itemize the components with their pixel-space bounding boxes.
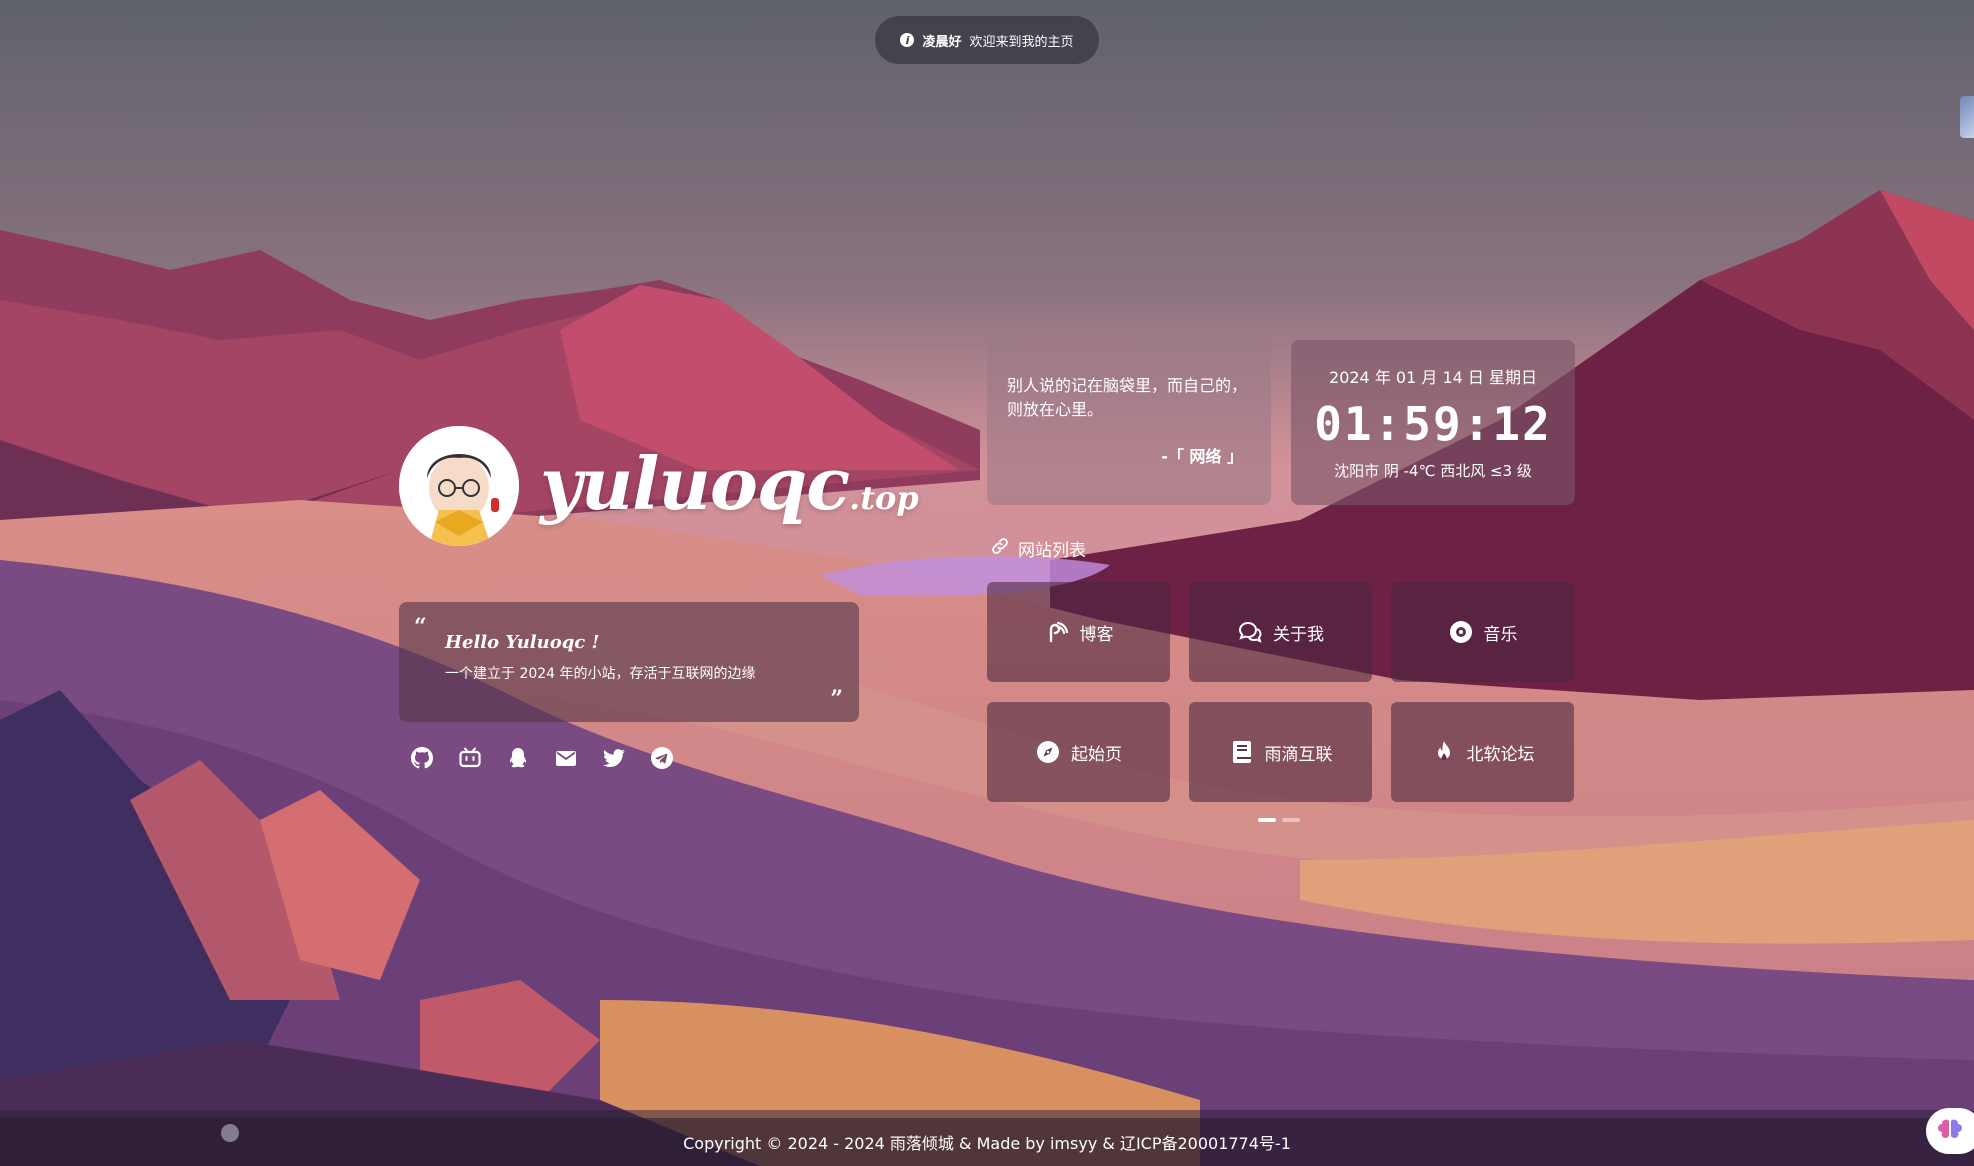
site-link-grid: 博客 关于我 音乐 起始页 雨滴互联 北软论坛 (987, 582, 1575, 802)
info-icon: i (900, 33, 915, 47)
link-tile-yudi[interactable]: 雨滴互联 (1189, 702, 1372, 802)
link-tile-label: 起始页 (1071, 744, 1122, 765)
email-icon[interactable] (552, 744, 580, 772)
hello-card: “ Hello Yuluoqc ! 一个建立于 2024 年的小站，存活于互联网… (399, 602, 859, 722)
compass-icon (1035, 739, 1061, 765)
link-tile-forum[interactable]: 北软论坛 (1391, 702, 1574, 802)
bilibili-icon[interactable] (456, 744, 484, 772)
copyright-text: Copyright © 2024 - 2024 雨落倾城 & Made by i… (683, 1134, 1291, 1153)
avatar (399, 426, 519, 546)
link-icon (990, 536, 1010, 561)
assistant-button[interactable] (1926, 1108, 1974, 1154)
hello-title: Hello Yuluoqc ! (445, 632, 600, 653)
toast-message: 欢迎来到我的主页 (969, 34, 1074, 50)
social-links (408, 744, 676, 772)
hello-text: 一个建立于 2024 年的小站，存活于互联网的边缘 (445, 666, 756, 682)
link-tile-label: 音乐 (1483, 624, 1518, 645)
github-icon[interactable] (408, 744, 436, 772)
site-name: yuluoqc (540, 441, 850, 526)
weather-text: 沈阳市 阴 -4℃ 西北风 ≤3 级 (1334, 462, 1532, 480)
date-text: 2024 年 01 月 14 日 星期日 (1329, 368, 1537, 387)
link-tile-label: 关于我 (1273, 624, 1324, 645)
quote-text: 别人说的记在脑袋里，而自己的，则放在心里。 (1007, 376, 1248, 419)
site-tld: .top (849, 479, 919, 517)
pager-dot-1[interactable] (1258, 818, 1276, 822)
brain-icon (1938, 1117, 1962, 1145)
link-tile-label: 北软论坛 (1466, 744, 1535, 765)
footer: Copyright © 2024 - 2024 雨落倾城 & Made by i… (0, 1118, 1974, 1166)
quote-source: -「 网络 」 (1161, 447, 1243, 466)
site-list-title: 网站列表 (1018, 541, 1086, 561)
music-player-dot[interactable] (221, 1124, 239, 1142)
blog-icon (1044, 619, 1070, 645)
link-tile-startpage[interactable]: 起始页 (987, 702, 1170, 802)
welcome-toast: i 凌晨好 欢迎来到我的主页 (875, 16, 1099, 64)
clock-text: 01:59:12 (1314, 397, 1552, 451)
link-tile-label: 博客 (1079, 624, 1114, 645)
chat-icon (1237, 619, 1263, 645)
site-title: yuluoqc.top (540, 436, 919, 546)
music-icon (1448, 619, 1474, 645)
time-weather-card: 2024 年 01 月 14 日 星期日 01:59:12 沈阳市 阴 -4℃ … (1291, 340, 1575, 505)
quote-close-icon: ” (830, 686, 843, 712)
link-tile-label: 雨滴互联 (1264, 744, 1333, 765)
link-pager (1258, 818, 1300, 822)
toast-greeting: 凌晨好 (922, 34, 962, 50)
link-tile-blog[interactable]: 博客 (987, 582, 1170, 682)
link-tile-music[interactable]: 音乐 (1391, 582, 1574, 682)
book-icon (1229, 739, 1255, 765)
site-list-heading: 网站列表 (990, 536, 1086, 561)
quote-open-icon: “ (414, 614, 427, 640)
twitter-icon[interactable] (600, 744, 628, 772)
link-tile-about[interactable]: 关于我 (1189, 582, 1372, 682)
side-widget-thumbnail[interactable] (1960, 96, 1974, 138)
quote-card: 别人说的记在脑袋里，而自己的，则放在心里。 -「 网络 」 (987, 340, 1271, 505)
pager-dot-2[interactable] (1282, 818, 1300, 822)
telegram-icon[interactable] (648, 744, 676, 772)
fire-icon (1431, 739, 1457, 765)
qq-icon[interactable] (504, 744, 532, 772)
